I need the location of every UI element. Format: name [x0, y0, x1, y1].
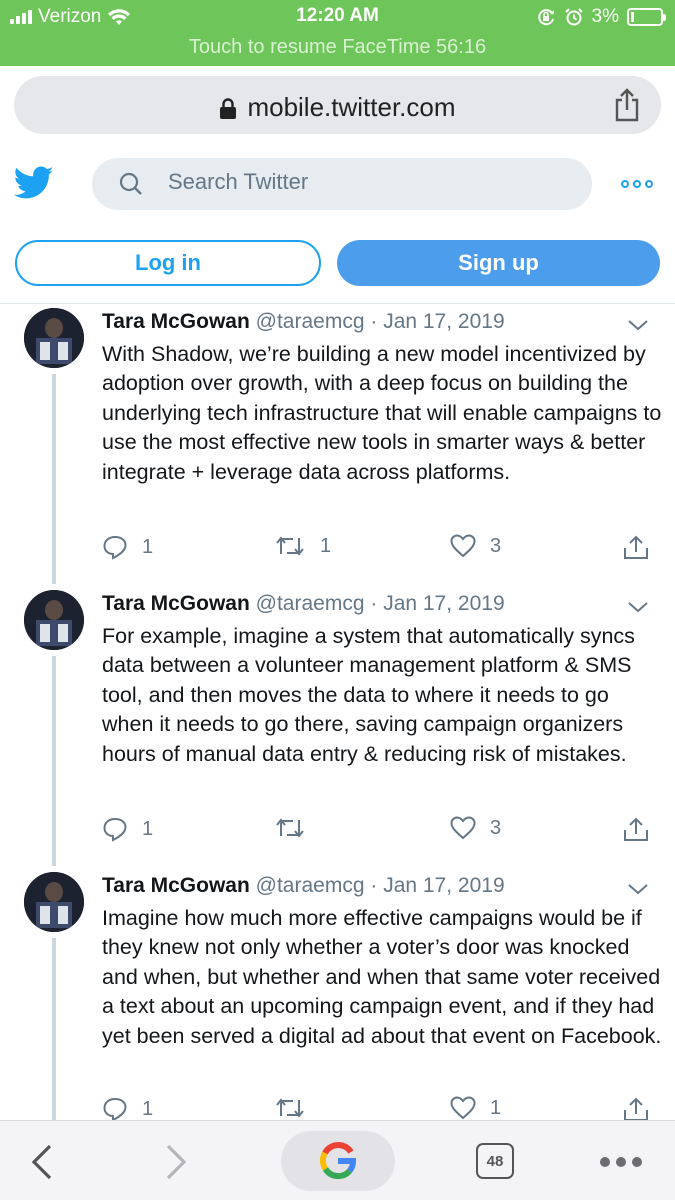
like-button[interactable]: 3: [450, 816, 501, 840]
divider: [0, 303, 675, 304]
share-icon: [624, 817, 648, 841]
reply-count: 1: [142, 817, 154, 840]
reply-count: 1: [142, 535, 154, 558]
twitter-header: [0, 146, 675, 226]
facetime-banner[interactable]: Touch to resume FaceTime 56:16: [0, 36, 675, 59]
like-count: 3: [490, 816, 502, 839]
tweet-text: Imagine how much more effective campaign…: [102, 906, 662, 1048]
meta-separator: ·: [370, 874, 384, 897]
signup-button[interactable]: Sign up: [337, 240, 660, 286]
search-box[interactable]: [92, 158, 592, 210]
forward-arrow-icon[interactable]: [164, 1143, 188, 1181]
twitter-logo-icon[interactable]: [14, 166, 54, 200]
battery-icon: [627, 8, 666, 26]
back-arrow-icon[interactable]: [30, 1143, 54, 1181]
like-count: 1: [490, 1096, 502, 1119]
more-options-icon[interactable]: [621, 180, 653, 188]
chevron-down-icon[interactable]: [627, 882, 649, 896]
thread-line: [52, 656, 56, 866]
tab-switcher-button[interactable]: 48: [476, 1143, 514, 1179]
tweet[interactable]: Tara McGowan @taraemcg · Jan 17, 2019 Fo…: [0, 590, 675, 866]
tweet-header: Tara McGowan @taraemcg · Jan 17, 2019: [102, 874, 505, 898]
share-tweet-button[interactable]: [622, 1096, 650, 1122]
status-right: 3%: [536, 6, 666, 28]
reply-icon: [103, 535, 127, 560]
avatar-image: [24, 590, 84, 650]
avatar-image: [24, 872, 84, 932]
avatar-image: [24, 308, 84, 368]
status-bar[interactable]: Verizon 12:20 AM 3% Touch to resume Face…: [0, 0, 675, 66]
reply-button[interactable]: 1: [102, 1096, 153, 1122]
tweet-text: For example, imagine a system that autom…: [102, 624, 635, 766]
tweet-date[interactable]: Jan 17, 2019: [383, 310, 504, 333]
reply-button[interactable]: 1: [102, 816, 153, 842]
retweet-button[interactable]: [274, 1096, 320, 1120]
reply-icon: [103, 817, 127, 842]
search-icon: [119, 172, 142, 195]
tweet[interactable]: Tara McGowan @taraemcg · Jan 17, 2019 Im…: [0, 872, 675, 1122]
rotation-lock-icon: [537, 9, 554, 26]
heart-icon: [450, 534, 476, 558]
reply-button[interactable]: 1: [102, 534, 153, 560]
url-bar-container: mobile.twitter.com: [0, 66, 675, 146]
share-tweet-button[interactable]: [622, 816, 650, 842]
battery-percent: 3%: [591, 6, 619, 27]
meta-separator: ·: [370, 592, 384, 615]
thread-line: [52, 938, 56, 1120]
author-name[interactable]: Tara McGowan: [102, 592, 250, 615]
retweet-button[interactable]: 1: [274, 534, 331, 558]
reply-icon: [103, 1097, 127, 1122]
author-handle[interactable]: @taraemcg: [256, 874, 365, 897]
like-button[interactable]: 3: [450, 534, 501, 558]
tweet-date[interactable]: Jan 17, 2019: [383, 592, 504, 615]
reply-count: 1: [142, 1097, 154, 1120]
heart-icon: [450, 1096, 476, 1120]
tweet-header: Tara McGowan @taraemcg · Jan 17, 2019: [102, 592, 505, 616]
chevron-down-icon[interactable]: [627, 318, 649, 332]
url-bar[interactable]: mobile.twitter.com: [14, 76, 661, 134]
avatar[interactable]: [24, 590, 84, 650]
lock-icon: [220, 98, 237, 120]
heart-icon: [450, 816, 476, 840]
share-tweet-button[interactable]: [622, 534, 650, 560]
page: Verizon 12:20 AM 3% Touch to resume Face…: [0, 0, 675, 1200]
retweet-button[interactable]: [274, 816, 320, 840]
url-display[interactable]: mobile.twitter.com: [14, 92, 661, 123]
retweet-count: 1: [320, 534, 332, 557]
avatar[interactable]: [24, 308, 84, 368]
more-menu-icon[interactable]: [600, 1157, 642, 1167]
chevron-down-icon[interactable]: [627, 600, 649, 614]
tweet-actions: 1 1 3: [102, 534, 662, 564]
retweet-icon: [276, 1098, 304, 1118]
share-icon: [624, 1097, 648, 1121]
tweet-text: With Shadow, we’re building a new model …: [102, 342, 662, 484]
browser-toolbar: 48: [0, 1120, 675, 1200]
alarm-icon: [564, 8, 583, 26]
google-button[interactable]: [281, 1131, 395, 1191]
author-handle[interactable]: @taraemcg: [256, 310, 365, 333]
tweet-header: Tara McGowan @taraemcg · Jan 17, 2019: [102, 310, 505, 334]
author-name[interactable]: Tara McGowan: [102, 310, 250, 333]
meta-separator: ·: [370, 310, 384, 333]
like-button[interactable]: 1: [450, 1096, 501, 1120]
retweet-icon: [276, 536, 304, 556]
login-button[interactable]: Log in: [15, 240, 321, 286]
google-icon: [319, 1142, 356, 1180]
retweet-icon: [276, 818, 304, 838]
tweet-date[interactable]: Jan 17, 2019: [383, 874, 504, 897]
like-count: 3: [490, 534, 502, 557]
thread-line: [52, 374, 56, 584]
avatar[interactable]: [24, 872, 84, 932]
author-handle[interactable]: @taraemcg: [256, 592, 365, 615]
url-text: mobile.twitter.com: [247, 92, 456, 122]
share-icon: [624, 535, 648, 559]
share-icon[interactable]: [613, 88, 641, 122]
auth-buttons: Log in Sign up: [0, 240, 675, 288]
tweet-actions: 1 3: [102, 816, 662, 846]
author-name[interactable]: Tara McGowan: [102, 874, 250, 897]
search-input[interactable]: [168, 169, 568, 195]
tweet[interactable]: Tara McGowan @taraemcg · Jan 17, 2019 Wi…: [0, 308, 675, 584]
